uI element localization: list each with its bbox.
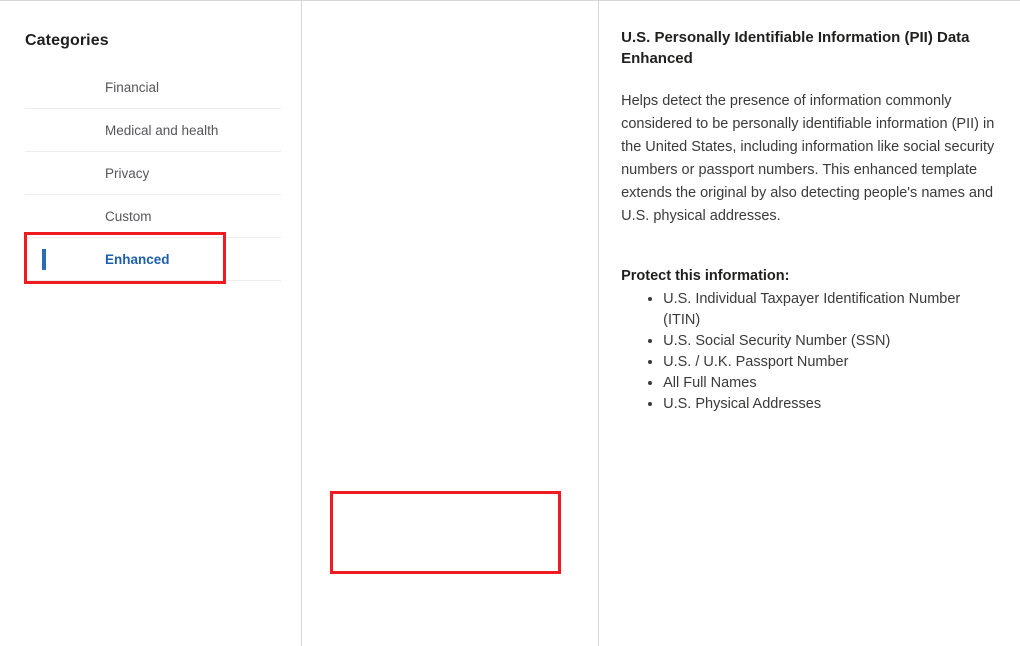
category-item-label: Custom <box>105 208 152 224</box>
protected-information-item-2: U.S. / U.K. Passport Number <box>663 352 1000 373</box>
protect-this-information-heading: Protect this information: <box>621 268 790 284</box>
selection-accent-bar <box>42 249 46 270</box>
category-item-2[interactable]: Privacy <box>25 152 281 195</box>
categories-list: Financial Medical and health Privacy Custom… <box>0 66 301 281</box>
category-item-4[interactable]: Enhanced <box>25 238 281 281</box>
details-title: U.S. Personally Identifiable Information… <box>621 29 970 67</box>
categories-heading: Categories <box>25 32 109 49</box>
regulations-list: U.S. Gramm-Leach-Bliley Act (GLBA) Enhan… <box>302 67 598 609</box>
category-item-label: Financial <box>105 79 160 95</box>
category-item-label: Enhanced <box>105 251 170 267</box>
protected-information-item-4: U.S. Physical Addresses <box>663 394 1000 415</box>
protected-information-item-1: U.S. Social Security Number (SSN) <box>663 331 1000 352</box>
categories-column: Categories Financial Medical and health Pr… <box>0 1 303 646</box>
category-item-3[interactable]: Custom <box>25 195 281 238</box>
category-item-label: Medical and health <box>105 122 219 138</box>
details-pane: U.S. Personally Identifiable Information… <box>599 1 1020 415</box>
template-picker: Categories Financial Medical and health Pr… <box>0 0 1020 646</box>
protected-information-item-0: U.S. Individual Taxpayer Identification … <box>663 289 1000 331</box>
protected-information-item-3: All Full Names <box>663 373 1000 394</box>
protected-information-list: U.S. Individual Taxpayer Identification … <box>621 289 1000 415</box>
category-item-label: Privacy <box>105 165 150 181</box>
regulations-column: Regulations U.S. Gramm-Leach-Bliley Act … <box>302 1 600 646</box>
details-description: Helps detect the presence of information… <box>621 93 995 224</box>
details-column: U.S. Personally Identifiable Information… <box>599 1 1020 646</box>
category-item-0[interactable]: Financial <box>25 66 281 109</box>
category-item-1[interactable]: Medical and health <box>25 109 281 152</box>
